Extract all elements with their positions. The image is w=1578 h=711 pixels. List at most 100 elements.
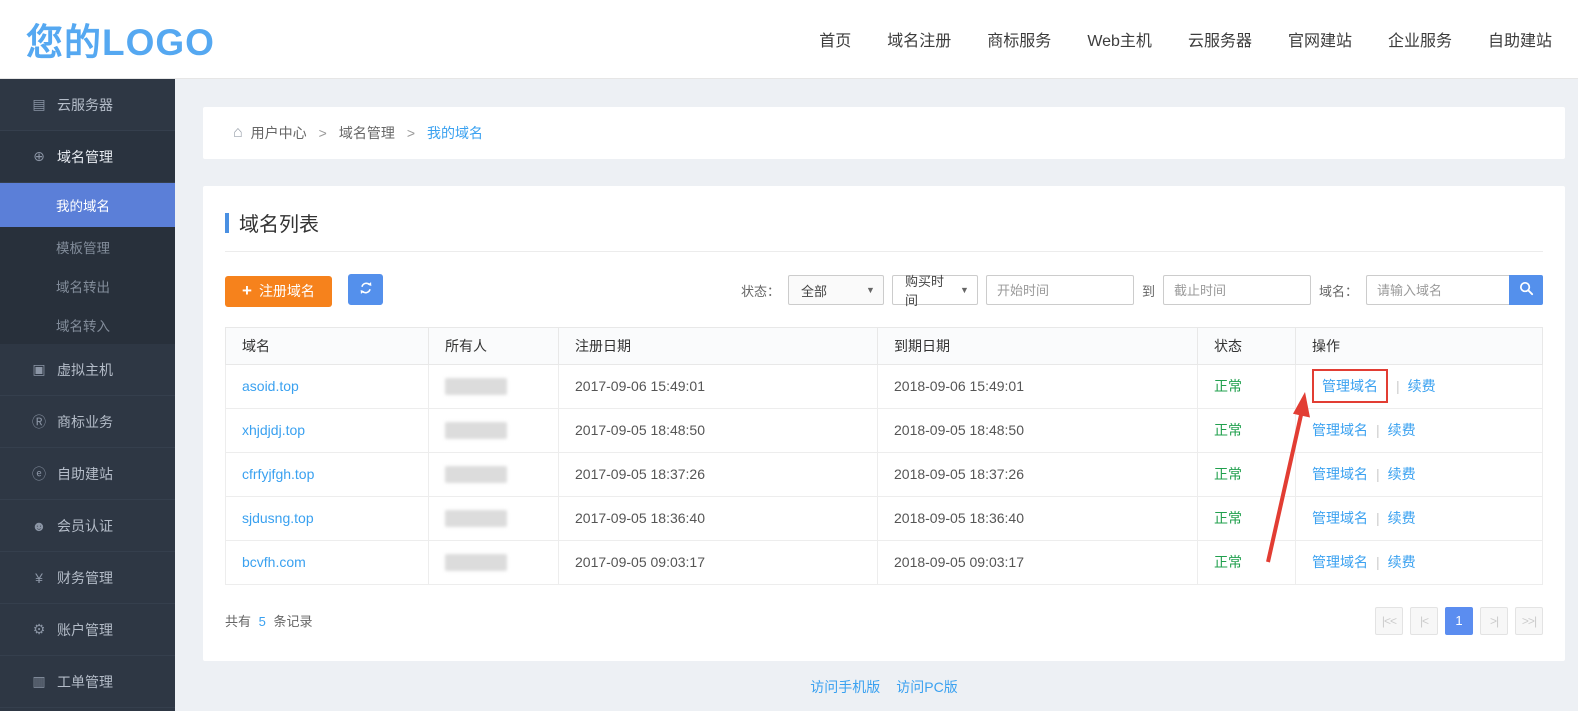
renew-link[interactable]: 续费 (1388, 554, 1416, 570)
sidebar-item-label: 云服务器 (57, 95, 113, 115)
domain-table-body: asoid.top2017-09-06 15:49:012018-09-06 1… (226, 364, 1543, 584)
domain-list-panel: 域名列表 + 注册域名 (203, 186, 1565, 661)
member-icon: ☻ (31, 518, 47, 534)
domain-search-input[interactable] (1366, 275, 1509, 305)
nav-item-云服务器[interactable]: 云服务器 (1188, 27, 1252, 51)
domain-link[interactable]: bcvfh.com (242, 554, 306, 570)
status-select[interactable]: 全部 ▼ (788, 275, 884, 305)
status-cell: 正常 (1198, 364, 1296, 408)
owner-redacted-block (445, 378, 507, 395)
last-page-button[interactable]: >>| (1515, 607, 1543, 635)
manage-domain-link[interactable]: 管理域名 (1322, 378, 1378, 394)
owner-redacted-block (445, 422, 507, 439)
footer-link-访问PC版[interactable]: 访问PC版 (896, 679, 957, 695)
domain-link[interactable]: cfrfyjfgh.top (242, 466, 314, 482)
owner-cell (429, 408, 559, 452)
table-row: bcvfh.com2017-09-05 09:03:172018-09-05 0… (226, 540, 1543, 584)
next-page-button[interactable]: >| (1480, 607, 1508, 635)
domain-table-header: 域名所有人注册日期到期日期状态操作 (226, 327, 1543, 364)
domain-cell: sjdusng.top (226, 496, 429, 540)
expire-date-cell: 2018-09-05 09:03:17 (878, 540, 1198, 584)
sidebar-item-会员认证[interactable]: ☻会员认证 (0, 500, 175, 552)
domain-link[interactable]: asoid.top (242, 378, 299, 394)
column-header-状态: 状态 (1198, 327, 1296, 364)
finance-icon: ¥ (31, 570, 47, 586)
manage-domain-link[interactable]: 管理域名 (1312, 422, 1368, 438)
breadcrumb-section[interactable]: 域名管理 (339, 123, 395, 143)
status-cell: 正常 (1198, 496, 1296, 540)
table-row: xhjdjdj.top2017-09-05 18:48:502018-09-05… (226, 408, 1543, 452)
sidebar-subitem-域名转入[interactable]: 域名转入 (0, 305, 175, 344)
sidebar-item-财务管理[interactable]: ¥财务管理 (0, 552, 175, 604)
action-separator: | (1376, 466, 1380, 482)
domain-link[interactable]: xhjdjdj.top (242, 422, 305, 438)
actions-cell: 管理域名|续费 (1296, 408, 1543, 452)
table-row: sjdusng.top2017-09-05 18:36:402018-09-05… (226, 496, 1543, 540)
status-select-value: 全部 (801, 281, 827, 300)
search-button[interactable] (1509, 275, 1543, 305)
title-accent-bar (225, 213, 229, 233)
prev-page-button[interactable]: |< (1410, 607, 1438, 635)
first-page-button[interactable]: |<< (1375, 607, 1403, 635)
actions-cell: 管理域名|续费 (1296, 364, 1543, 408)
renew-link[interactable]: 续费 (1388, 422, 1416, 438)
owner-cell (429, 452, 559, 496)
footer-links: 访问手机版访问PC版 (203, 677, 1565, 697)
nav-item-官网建站[interactable]: 官网建站 (1288, 27, 1352, 51)
sidebar-item-label: 域名管理 (57, 147, 113, 167)
nav-item-首页[interactable]: 首页 (819, 27, 851, 51)
expire-date-cell: 2018-09-06 15:49:01 (878, 364, 1198, 408)
start-date-input[interactable] (986, 275, 1134, 305)
domain-cell: asoid.top (226, 364, 429, 408)
register-domain-button[interactable]: + 注册域名 (225, 276, 332, 307)
manage-domain-link[interactable]: 管理域名 (1312, 510, 1368, 526)
sidebar-subitem-我的域名[interactable]: 我的域名 (0, 183, 175, 227)
sidebar-item-账户管理[interactable]: ⚙账户管理 (0, 604, 175, 656)
domain-cell: bcvfh.com (226, 540, 429, 584)
sitebuilder-icon: ⓔ (31, 464, 47, 484)
to-label: 到 (1142, 281, 1155, 300)
renew-link[interactable]: 续费 (1388, 510, 1416, 526)
page-1-button[interactable]: 1 (1445, 607, 1473, 635)
nav-item-商标服务[interactable]: 商标服务 (987, 27, 1051, 51)
table-footer: 共有 5 条记录 |<<|<1>|>>| (225, 607, 1543, 635)
owner-redacted-block (445, 554, 507, 571)
gear-icon: ⚙ (31, 621, 47, 638)
sidebar-item-label: 虚拟主机 (57, 360, 113, 380)
action-separator: | (1376, 510, 1380, 526)
annotation-highlight-box: 管理域名 (1312, 369, 1388, 403)
sidebar-subitem-域名转出[interactable]: 域名转出 (0, 266, 175, 305)
registered-date-cell: 2017-09-05 18:48:50 (559, 408, 878, 452)
table-row: asoid.top2017-09-06 15:49:012018-09-06 1… (226, 364, 1543, 408)
sidebar-item-域名管理[interactable]: ⊕域名管理 (0, 131, 175, 183)
end-date-input[interactable] (1163, 275, 1311, 305)
sidebar-item-云服务器[interactable]: ▤云服务器 (0, 79, 175, 131)
sidebar-item-商标业务[interactable]: Ⓡ商标业务 (0, 396, 175, 448)
footer-link-访问手机版[interactable]: 访问手机版 (810, 679, 880, 695)
sidebar-item-自助建站[interactable]: ⓔ自助建站 (0, 448, 175, 500)
logo: 您的LOGO (26, 12, 215, 66)
time-type-select[interactable]: 购买时间 ▼ (892, 275, 978, 305)
trademark-icon: Ⓡ (31, 412, 47, 432)
domain-table: 域名所有人注册日期到期日期状态操作 asoid.top2017-09-06 15… (225, 327, 1543, 585)
renew-link[interactable]: 续费 (1388, 466, 1416, 482)
status-cell: 正常 (1198, 452, 1296, 496)
nav-item-域名注册[interactable]: 域名注册 (887, 27, 951, 51)
manage-domain-link[interactable]: 管理域名 (1312, 466, 1368, 482)
refresh-button[interactable] (348, 274, 383, 305)
domain-link[interactable]: sjdusng.top (242, 510, 314, 526)
sidebar-subitem-模板管理[interactable]: 模板管理 (0, 227, 175, 266)
nav-item-企业服务[interactable]: 企业服务 (1388, 27, 1452, 51)
sidebar-item-工单管理[interactable]: ▥工单管理 (0, 656, 175, 708)
expire-date-cell: 2018-09-05 18:37:26 (878, 452, 1198, 496)
status-badge: 正常 (1214, 422, 1242, 438)
manage-domain-link[interactable]: 管理域名 (1312, 554, 1368, 570)
nav-item-自助建站[interactable]: 自助建站 (1488, 27, 1552, 51)
page-title: 域名列表 (239, 208, 319, 237)
status-badge: 正常 (1214, 510, 1242, 526)
breadcrumb-home[interactable]: 用户中心 (251, 123, 307, 143)
top-header: 您的LOGO 首页 域名注册 商标服务 Web主机 云服务器 官网建站 企业服务 自助建站 (0, 0, 1578, 79)
nav-item-Web主机[interactable]: Web主机 (1087, 27, 1152, 51)
renew-link[interactable]: 续费 (1408, 378, 1436, 394)
sidebar-item-虚拟主机[interactable]: ▣虚拟主机 (0, 344, 175, 396)
